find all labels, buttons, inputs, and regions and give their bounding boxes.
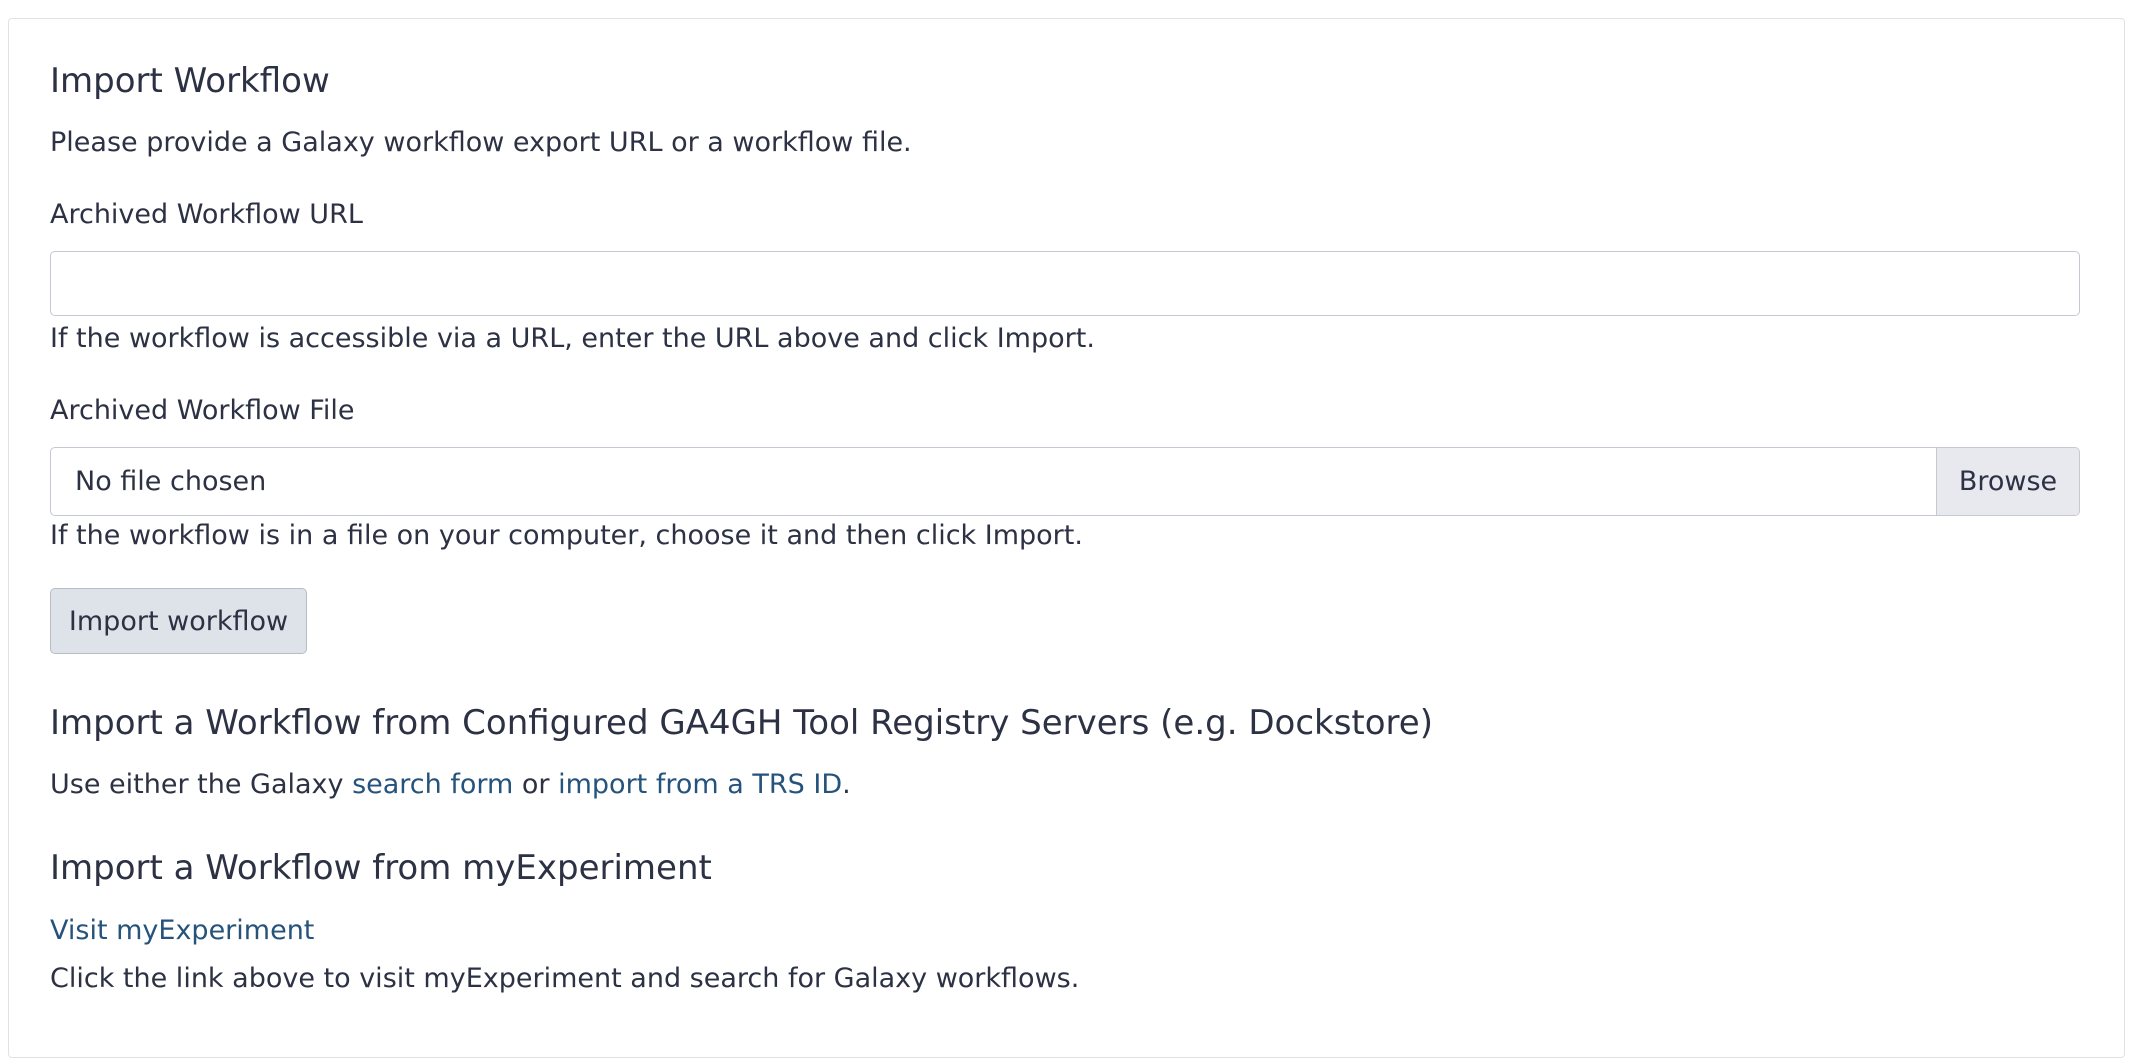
url-field-label: Archived Workflow URL: [50, 199, 363, 230]
file-name-display[interactable]: No file chosen: [51, 448, 1936, 515]
myexperiment-help: Click the link above to visit myExperime…: [50, 963, 1080, 994]
import-workflow-button[interactable]: Import workflow: [50, 588, 307, 654]
import-workflow-card: Import Workflow Please provide a Galaxy …: [8, 18, 2125, 1058]
page-title: Import Workflow: [50, 61, 330, 101]
file-field-label: Archived Workflow File: [50, 395, 355, 426]
import-description: Please provide a Galaxy workflow export …: [50, 127, 912, 158]
trs-section-text: Use either the Galaxy search form or imp…: [50, 766, 851, 804]
search-form-link[interactable]: search form: [352, 769, 513, 800]
workflow-url-input[interactable]: [50, 251, 2080, 316]
file-field-help: If the workflow is in a file on your com…: [50, 520, 1083, 551]
myexperiment-section-title: Import a Workflow from myExperiment: [50, 848, 712, 888]
visit-myexperiment-link[interactable]: Visit myExperiment: [50, 912, 314, 950]
trs-section-title: Import a Workflow from Configured GA4GH …: [50, 703, 1433, 743]
trs-text-middle: or: [513, 769, 559, 800]
workflow-file-input[interactable]: No file chosen Browse: [50, 447, 2080, 516]
trs-text-after: .: [842, 769, 851, 800]
url-field-help: If the workflow is accessible via a URL,…: [50, 323, 1095, 354]
import-trs-id-link[interactable]: import from a TRS ID: [558, 769, 842, 800]
trs-text-before: Use either the Galaxy: [50, 769, 353, 800]
browse-button[interactable]: Browse: [1936, 448, 2079, 515]
